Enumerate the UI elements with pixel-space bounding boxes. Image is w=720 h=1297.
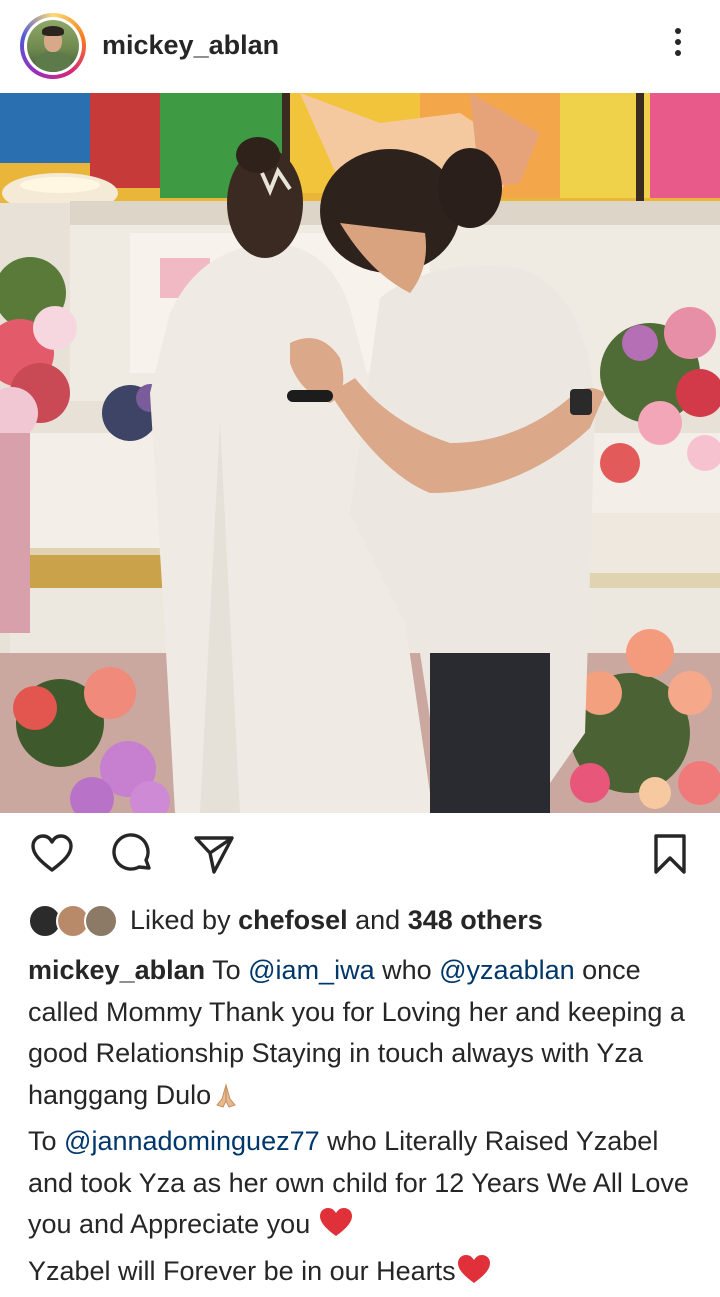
bookmark-icon[interactable] [648,832,692,876]
paper-plane-icon[interactable] [192,832,236,876]
caption-author[interactable]: mickey_ablan [28,955,205,985]
liker-username[interactable]: chefosel [238,905,348,935]
mention-iam-iwa[interactable]: @iam_iwa [248,955,374,985]
mention-yzaablan[interactable]: @yzaablan [439,955,575,985]
post-caption: mickey_ablan To @iam_iwa who @yzaablan o… [28,950,700,1297]
folded-hands-emoji [211,1080,241,1122]
post-photo[interactable] [0,93,720,813]
more-vertical-icon[interactable] [668,28,688,64]
action-bar [0,826,720,884]
avatar[interactable] [27,20,79,72]
likes-row[interactable]: Liked by chefosel and 348 others [28,898,543,942]
liker-avatars [28,902,120,938]
likes-others[interactable]: 348 others [408,905,543,935]
post-username[interactable]: mickey_ablan [102,30,279,61]
mention-jannadominguez77[interactable]: @jannadominguez77 [64,1126,320,1156]
story-ring[interactable] [20,13,86,79]
comment-bubble-icon[interactable] [111,832,155,876]
post-header: mickey_ablan [0,0,720,93]
red-heart-emoji [318,1206,354,1251]
heart-outline-icon[interactable] [30,832,74,876]
likes-text[interactable]: Liked by chefosel and 348 others [130,905,543,936]
red-heart-emoji [456,1253,492,1297]
